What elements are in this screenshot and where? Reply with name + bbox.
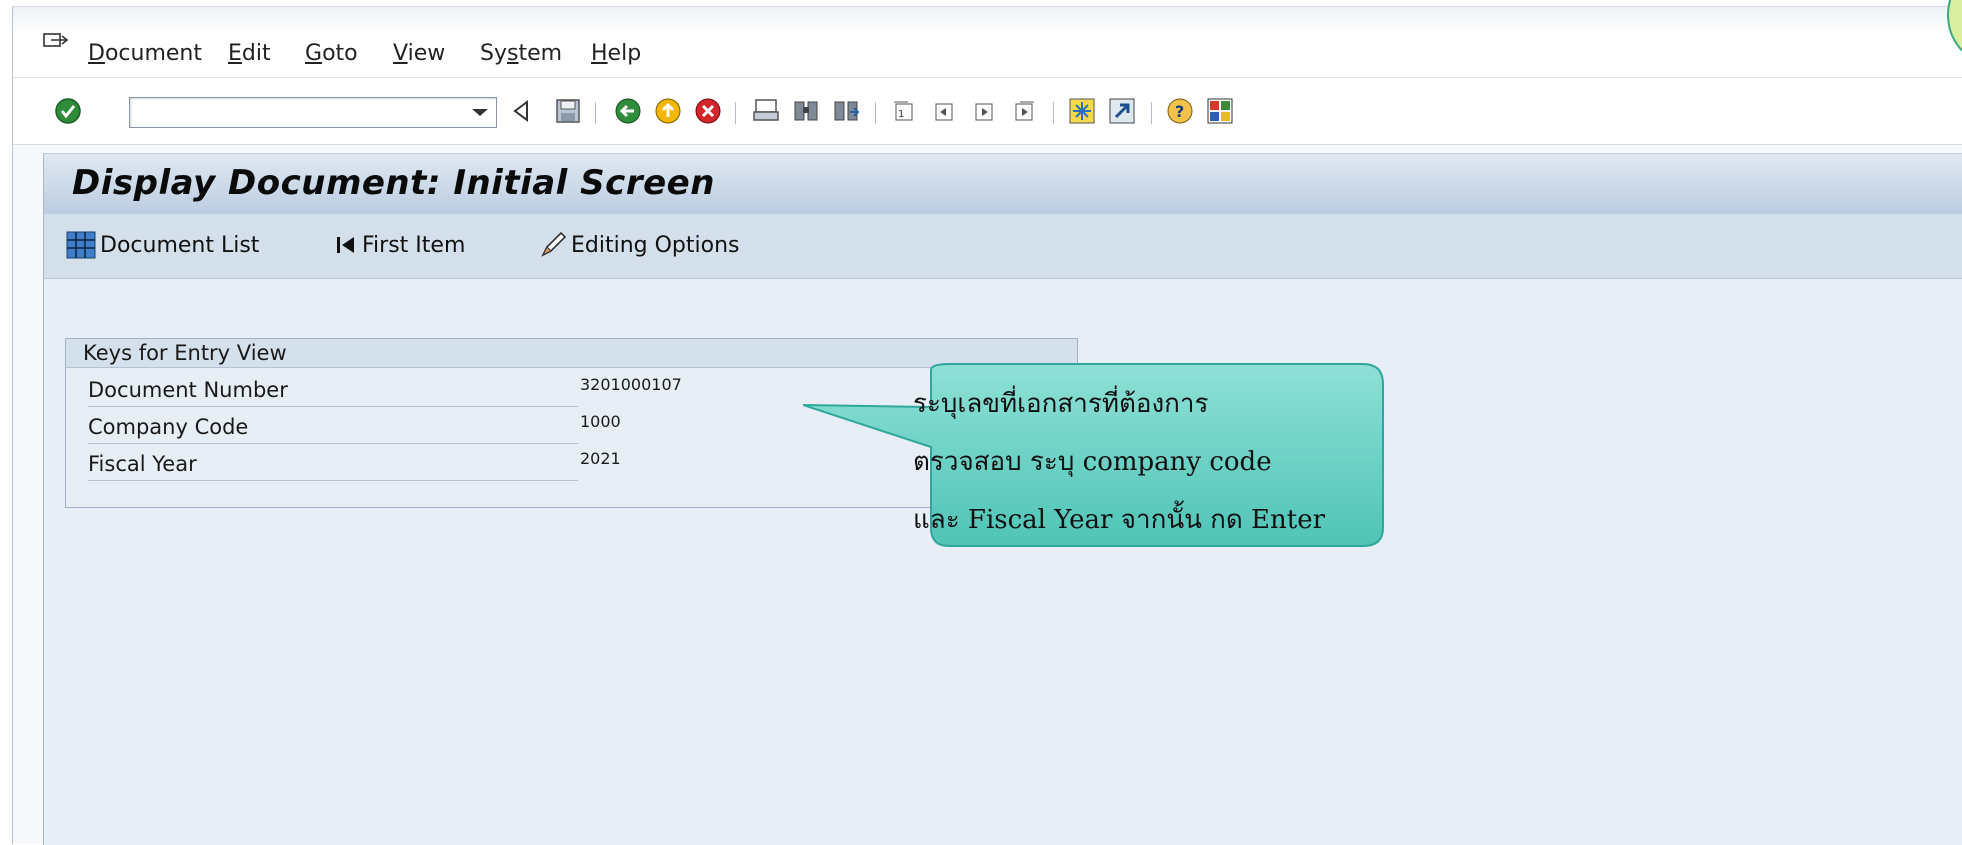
document-number-row: Document Number xyxy=(83,375,583,407)
fiscal-year-label: Fiscal Year xyxy=(88,452,578,481)
company-code-label: Company Code xyxy=(88,415,578,444)
document-list-icon xyxy=(66,231,96,259)
shortcut-icon[interactable] xyxy=(1107,96,1137,126)
cancel-icon[interactable] xyxy=(693,96,723,126)
next-page-icon[interactable] xyxy=(969,96,999,126)
menu-bar: Document Edit Goto View System Help xyxy=(13,7,1962,78)
first-item-button[interactable]: First Item xyxy=(334,228,465,262)
document-list-label: Document List xyxy=(100,232,260,258)
menu-arrow-icon[interactable] xyxy=(43,33,71,59)
callout-line-2: ตรวจสอบ ระบุ company code xyxy=(913,447,1272,477)
chevron-down-icon[interactable] xyxy=(472,109,488,116)
page-title: Display Document: Initial Screen xyxy=(72,163,715,203)
svg-text:?: ? xyxy=(1175,102,1184,121)
company-code-field[interactable]: 1000 xyxy=(580,412,681,444)
title-bar: Display Document: Initial Screen xyxy=(44,154,1962,214)
editing-options-label: Editing Options xyxy=(571,232,740,258)
back-icon[interactable] xyxy=(613,96,643,126)
pencil-icon xyxy=(539,231,567,259)
fiscal-year-field[interactable]: 2021 xyxy=(580,449,681,481)
application-toolbar: Document List First Item Editing Options xyxy=(44,214,1962,279)
document-number-label: Document Number xyxy=(88,378,578,407)
callout-text: ระบุเลขที่เอกสารที่ต้องการ ตรวจสอบ ระบุ … xyxy=(913,375,1393,549)
previous-page-icon[interactable] xyxy=(929,96,959,126)
find-icon[interactable] xyxy=(791,96,821,126)
command-field[interactable] xyxy=(129,97,497,128)
find-next-icon[interactable] xyxy=(831,96,861,126)
editing-options-button[interactable]: Editing Options xyxy=(539,228,740,262)
company-code-row: Company Code xyxy=(83,412,583,444)
first-item-icon xyxy=(334,233,358,257)
menu-goto[interactable]: Goto xyxy=(305,41,358,66)
back-triangle-icon[interactable] xyxy=(506,96,536,126)
menu-document[interactable]: Document xyxy=(88,41,202,66)
fiscal-year-row: Fiscal Year xyxy=(83,449,583,481)
exit-icon[interactable] xyxy=(653,96,683,126)
create-session-icon[interactable] xyxy=(1067,96,1097,126)
menu-edit[interactable]: Edit xyxy=(228,41,271,66)
menu-view[interactable]: View xyxy=(393,41,445,66)
callout-line-3: และ Fiscal Year จากนั้น กด Enter xyxy=(913,505,1326,535)
sap-window: Document Edit Goto View System Help 1 ? … xyxy=(12,0,1962,845)
menu-help[interactable]: Help xyxy=(591,41,641,66)
menu-system[interactable]: System xyxy=(480,41,562,66)
document-list-button[interactable]: Document List xyxy=(66,228,259,262)
first-page-icon[interactable]: 1 xyxy=(889,96,919,126)
first-item-label: First Item xyxy=(362,232,466,258)
svg-text:1: 1 xyxy=(898,109,904,120)
enter-icon[interactable] xyxy=(53,96,83,126)
callout-line-1: ระบุเลขที่เอกสารที่ต้องการ xyxy=(913,389,1209,419)
layout-icon[interactable] xyxy=(1205,96,1235,126)
last-page-icon[interactable] xyxy=(1009,96,1039,126)
print-icon[interactable] xyxy=(751,96,781,126)
save-icon[interactable] xyxy=(553,96,583,126)
standard-toolbar: 1 ? xyxy=(13,78,1962,145)
help-icon[interactable]: ? xyxy=(1165,96,1195,126)
document-number-field[interactable]: 3201000107 xyxy=(580,375,805,407)
